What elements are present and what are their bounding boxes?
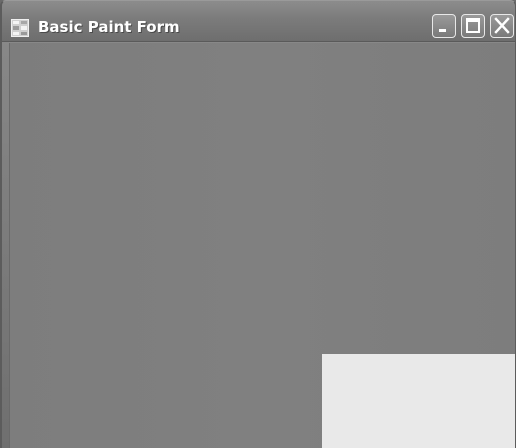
- window-title: Basic Paint Form: [38, 18, 180, 36]
- paint-form-window: Basic Paint Form: [0, 0, 516, 448]
- application-form-icon[interactable]: [11, 19, 29, 37]
- close-button[interactable]: [490, 14, 514, 38]
- painted-rectangle: [322, 354, 515, 448]
- title-bar[interactable]: Basic Paint Form: [2, 1, 515, 42]
- maximize-button[interactable]: [461, 14, 485, 38]
- paint-canvas[interactable]: [9, 43, 515, 448]
- minimize-button[interactable]: [432, 14, 456, 38]
